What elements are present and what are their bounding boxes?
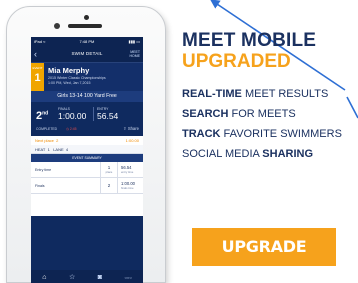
finals-box: FINALS 1:00.00 xyxy=(58,107,87,121)
status-bar: iPad ≈ 7:48 PM ▮▮▮ ▭ xyxy=(31,37,143,46)
place-value: 2nd xyxy=(36,110,49,122)
event-number: 1 xyxy=(34,72,41,84)
feature-list: REAL-TIME MEET RESULTS SEARCH FOR MEETS … xyxy=(182,88,358,160)
summary-row: Finals 2 1:00.00 finals time xyxy=(31,178,143,194)
screen-title: SWIM DETAIL xyxy=(71,51,103,56)
event-summary-header: EVENT SUMMARY xyxy=(31,154,143,162)
feature-item: SEARCH FOR MEETS xyxy=(182,108,296,120)
tab-bar: ⌂ ☆ ◙ ○○○ xyxy=(31,270,143,283)
headline-line1: MEET MOBILE xyxy=(182,30,317,51)
event-title: Girls 13-14 100 Yard Free xyxy=(31,91,143,102)
event-badge: EVENT 1 xyxy=(31,63,44,91)
sensor-icon xyxy=(54,23,60,29)
battery-icon: ▮▮▮ ▭ xyxy=(128,39,141,44)
event-summary: Entry time 1 place 56.54 entry time Finals… xyxy=(31,162,143,194)
share-button[interactable]: ⇪ Share xyxy=(123,126,139,131)
next-place-row: Next place 2 1:00.00 xyxy=(31,136,143,145)
entry-time: 56.54 xyxy=(97,111,119,121)
home-icon[interactable]: ⌂ xyxy=(42,274,46,281)
heat-lane-row: HEAT 1 LANE 4 xyxy=(31,145,143,154)
feature-item: REAL-TIME MEET RESULTS xyxy=(182,88,329,100)
status-time: 7:48 PM xyxy=(79,39,95,44)
feature-item: SOCIAL MEDIA SHARING xyxy=(182,148,314,160)
athlete-name: Mia Merphy xyxy=(48,66,90,75)
entry-box: ENTRY 56.54 xyxy=(93,107,118,121)
carrier-label: iPad ≈ xyxy=(34,39,46,44)
nav-bar: ‹ SWIM DETAIL MEET HOME xyxy=(31,46,143,63)
promo-panel: MEET MOBILE UPGRADED REAL-TIME MEET RESU… xyxy=(182,30,358,168)
app-screen: iPad ≈ 7:48 PM ▮▮▮ ▭ ‹ SWIM DETAIL MEET … xyxy=(31,37,143,283)
meet-home-button[interactable]: MEET HOME xyxy=(130,50,141,58)
phone-mockup: iPad ≈ 7:48 PM ▮▮▮ ▭ ‹ SWIM DETAIL MEET … xyxy=(6,6,166,283)
camera-icon[interactable]: ◙ xyxy=(98,274,102,281)
more-icon[interactable]: ○○○ xyxy=(125,275,132,280)
finals-time: 1:00.00 xyxy=(58,111,87,121)
front-camera-icon xyxy=(84,15,89,20)
summary-row: Entry time 1 place 56.54 entry time xyxy=(31,162,143,178)
summary-filler xyxy=(31,194,143,216)
speaker-grille xyxy=(68,24,102,28)
headline-line2: UPGRADED xyxy=(182,51,291,72)
meet-info: 2015 Winter Classic Championships 1:00 P… xyxy=(48,76,106,85)
athlete-header: EVENT 1 Mia Merphy 2015 Winter Classic C… xyxy=(31,63,143,91)
star-icon[interactable]: ☆ xyxy=(69,273,75,281)
status-completed: COMPLETED xyxy=(36,127,58,131)
feature-item: TRACK FAVORITE SWIMMERS xyxy=(182,128,342,140)
result-panel: 2nd FINALS 1:00.00 ENTRY 56.54 COMPLETED… xyxy=(31,102,143,136)
upgrade-today-button[interactable]: UPGRADE TODAY! xyxy=(192,228,336,283)
clock-indicator: ◷ 2:45 xyxy=(66,127,77,131)
